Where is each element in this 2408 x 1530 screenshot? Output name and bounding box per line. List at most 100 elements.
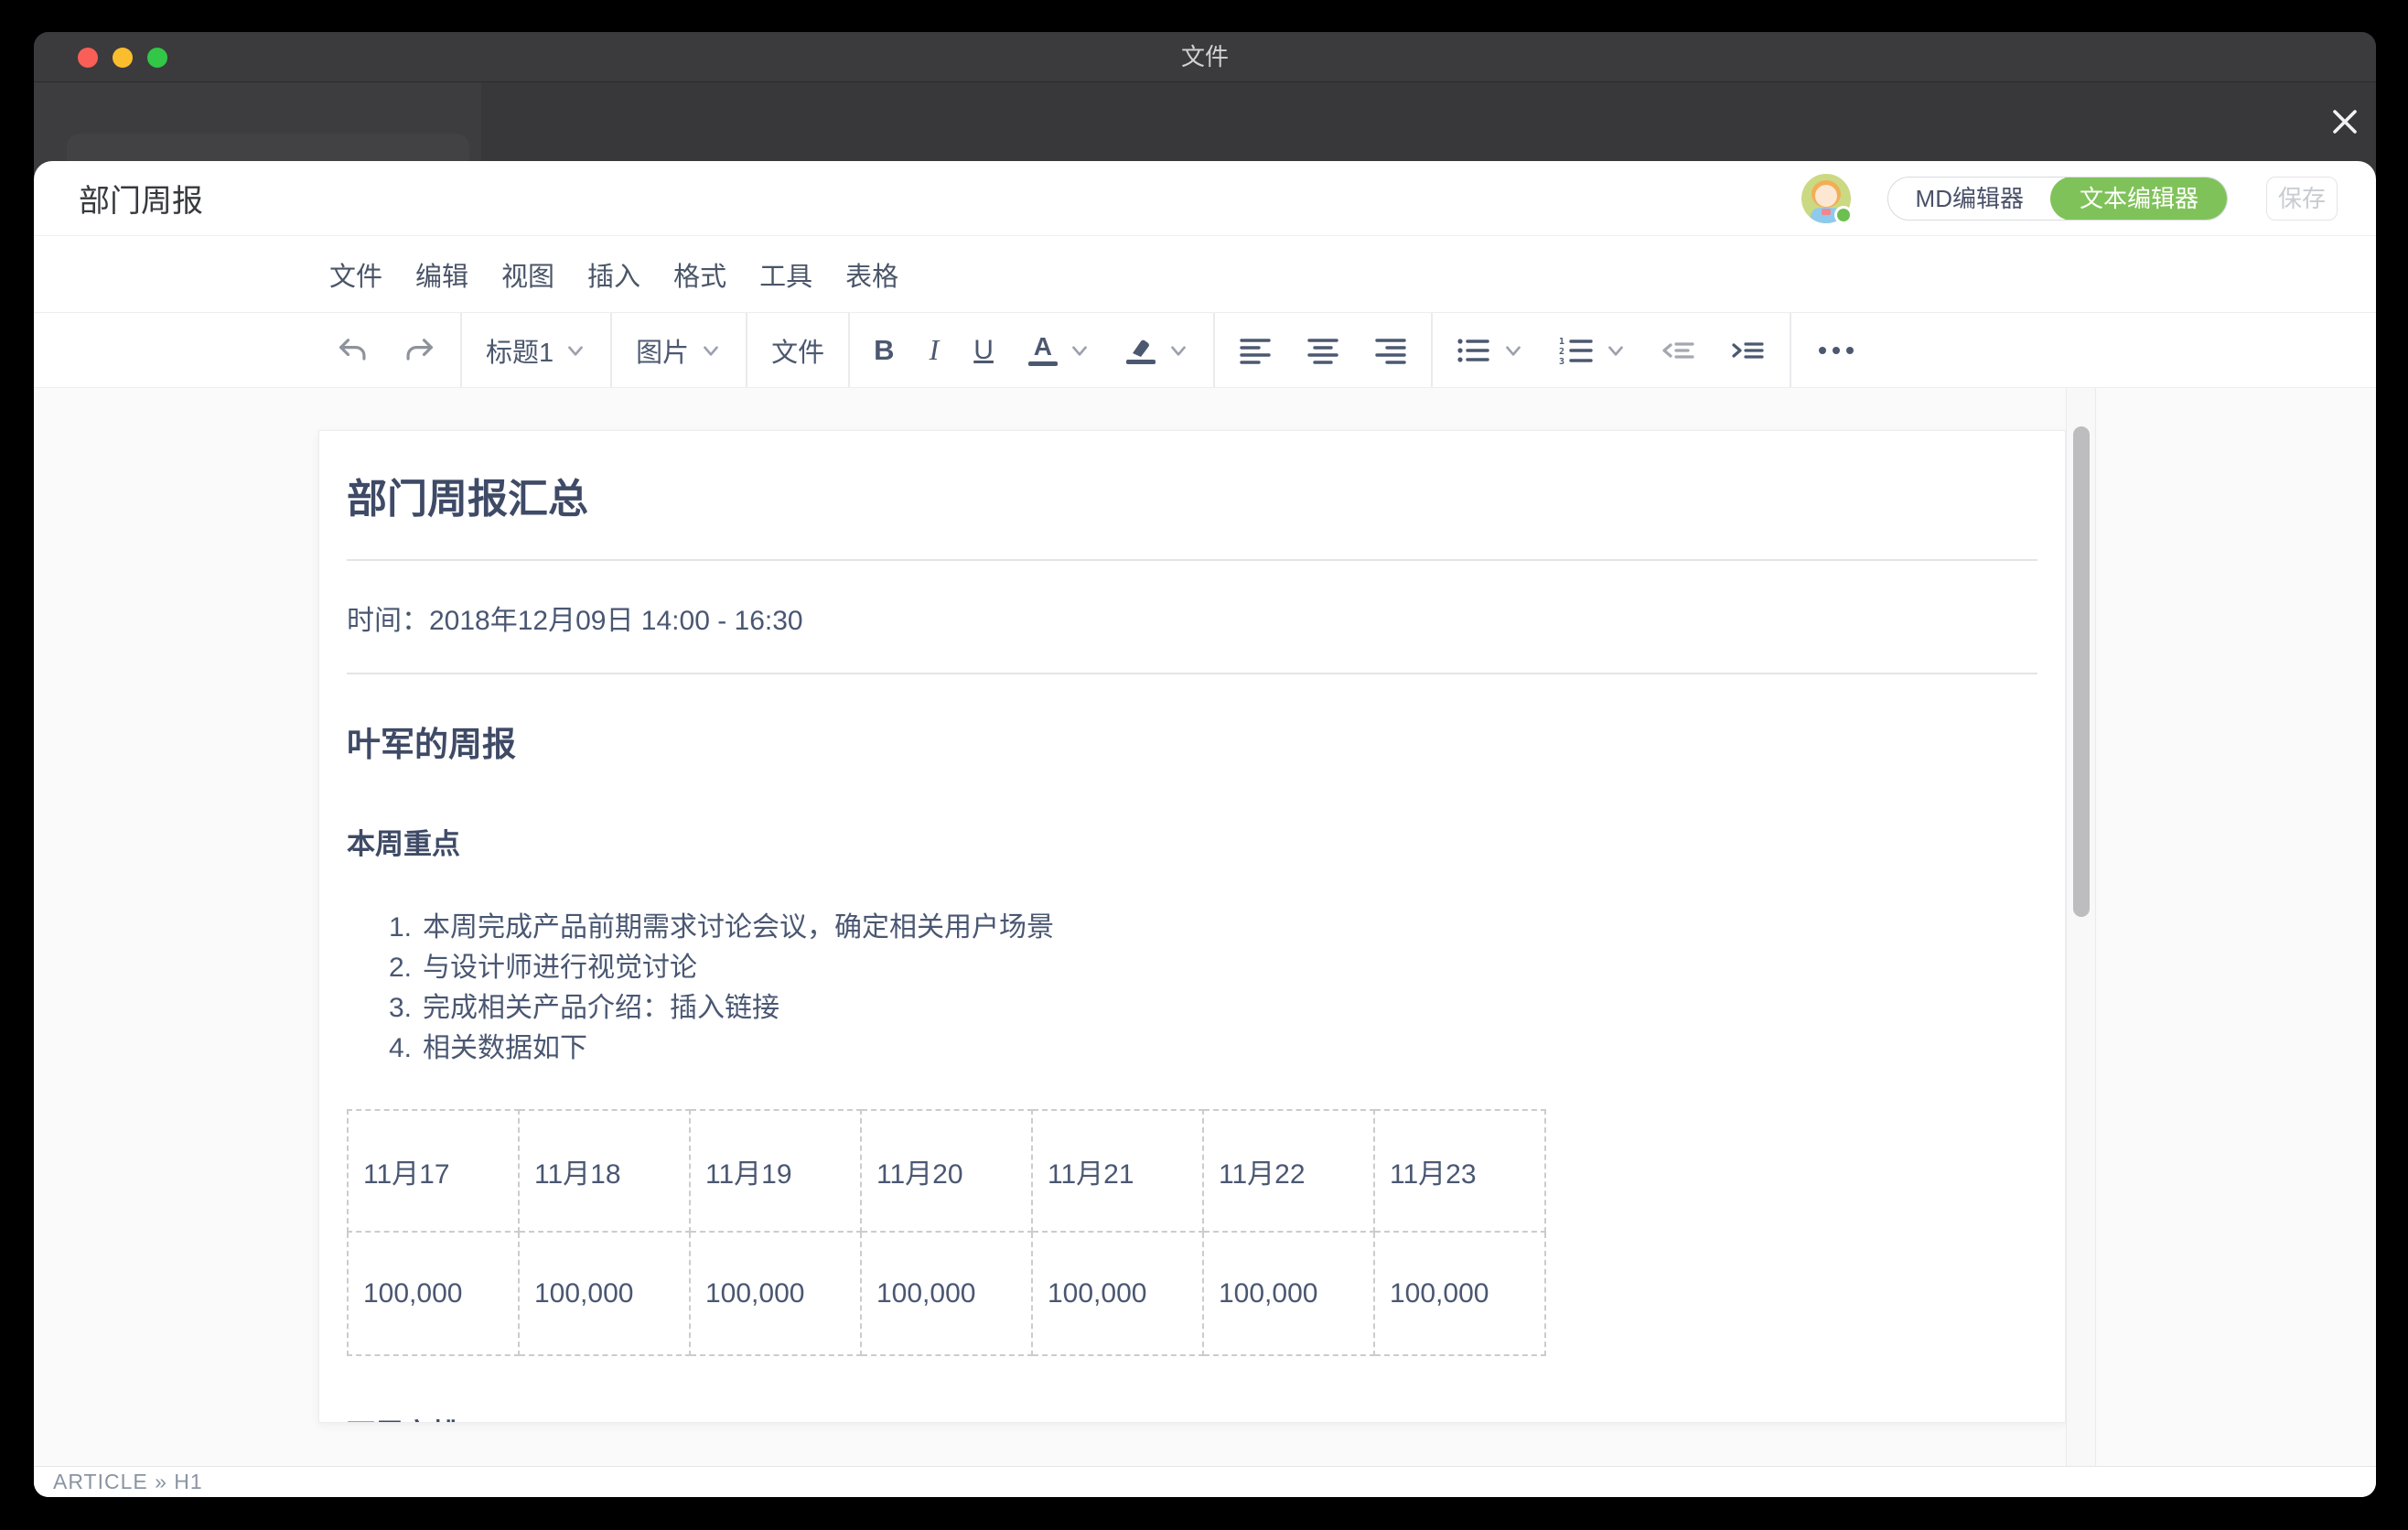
toolbar-separator: [1213, 313, 1215, 387]
toolbar-separator: [460, 313, 462, 387]
table-cell[interactable]: 100,000: [348, 1232, 519, 1355]
titlebar: 文件: [34, 32, 2376, 82]
menu-file[interactable]: 文件: [329, 255, 382, 294]
list-item[interactable]: 1.本周完成产品前期需求讨论会议，确定相关用户场景: [389, 908, 2037, 948]
table-cell[interactable]: 11月21: [1032, 1110, 1203, 1232]
align-center-button[interactable]: [1306, 337, 1339, 364]
close-icon[interactable]: [2327, 103, 2363, 140]
indent-button[interactable]: [1731, 337, 1766, 364]
bullet-list-icon: [1457, 336, 1491, 365]
text-editor-toggle[interactable]: 文本编辑器: [2050, 177, 2228, 221]
user-avatar[interactable]: [1801, 174, 1851, 223]
svg-text:2: 2: [1559, 347, 1564, 357]
horizontal-rule: [347, 559, 2037, 561]
toolbar-separator: [1790, 313, 1791, 387]
table-cell[interactable]: 100,000: [1374, 1232, 1545, 1355]
toolbar-separator: [848, 313, 850, 387]
table-cell[interactable]: 100,000: [1032, 1232, 1203, 1355]
doc-ordered-list: 1.本周完成产品前期需求讨论会议，确定相关用户场景 2.与设计师进行视觉讨论 3…: [389, 908, 2037, 1069]
font-color-swatch: [1028, 361, 1058, 366]
table-row: 11月17 11月18 11月19 11月20 11月21 11月22 11月2…: [348, 1110, 1545, 1232]
document-editor[interactable]: 部门周报汇总 时间：2018年12月09日 14:00 - 16:30 叶军的周…: [318, 430, 2066, 1423]
insert-file-button[interactable]: 文件: [771, 331, 824, 370]
more-button[interactable]: [1815, 345, 1857, 356]
numbered-list-icon: 123: [1559, 335, 1594, 366]
align-left-icon: [1239, 337, 1272, 364]
table-cell[interactable]: 11月19: [690, 1110, 861, 1232]
list-item[interactable]: 2.与设计师进行视觉讨论: [389, 948, 2037, 988]
chevron-down-icon: [700, 339, 722, 361]
element-path-breadcrumb: ARTICLE » H1: [53, 1470, 203, 1494]
more-dots-icon: [1815, 345, 1857, 356]
table-cell[interactable]: 100,000: [519, 1232, 690, 1355]
doc-data-table: 11月17 11月18 11月19 11月20 11月21 11月22 11月2…: [347, 1109, 1546, 1356]
chevron-down-icon: [1605, 339, 1627, 361]
align-left-button[interactable]: [1239, 337, 1272, 364]
align-right-icon: [1374, 337, 1407, 364]
table-cell[interactable]: 11月17: [348, 1110, 519, 1232]
svg-text:3: 3: [1559, 357, 1564, 366]
toolbar-separator: [1431, 313, 1433, 387]
table-cell[interactable]: 100,000: [690, 1232, 861, 1355]
highlight-button[interactable]: [1125, 336, 1189, 364]
md-editor-toggle[interactable]: MD编辑器: [1888, 178, 2051, 220]
toolbar-separator: [610, 313, 612, 387]
svg-text:1: 1: [1559, 337, 1564, 347]
table-cell[interactable]: 100,000: [861, 1232, 1032, 1355]
menu-edit[interactable]: 编辑: [415, 255, 468, 294]
document-title: 部门周报: [79, 176, 203, 221]
list-item[interactable]: 4.相关数据如下: [389, 1029, 2037, 1069]
list-item[interactable]: 3.完成相关产品介绍：插入链接: [389, 988, 2037, 1029]
table-cell[interactable]: 11月20: [861, 1110, 1032, 1232]
menu-view[interactable]: 视图: [501, 255, 554, 294]
chevron-down-icon: [1069, 339, 1091, 361]
italic-button[interactable]: I: [930, 333, 940, 367]
outdent-button[interactable]: [1661, 337, 1696, 364]
font-color-button[interactable]: A: [1028, 334, 1091, 366]
numbered-list-button[interactable]: 123: [1559, 335, 1627, 366]
scrollbar-track[interactable]: [2066, 388, 2096, 1466]
status-bar: ARTICLE » H1: [34, 1466, 2376, 1497]
doc-h2[interactable]: 叶军的周报: [347, 717, 2037, 766]
highlighter-icon: [1125, 336, 1156, 358]
align-center-icon: [1306, 337, 1339, 364]
heading-style-select[interactable]: 标题1: [486, 331, 586, 370]
doc-h1[interactable]: 部门周报汇总: [347, 466, 2037, 524]
doc-h3-next[interactable]: 下周安排: [347, 1411, 2037, 1423]
doc-h3-week[interactable]: 本周重点: [347, 821, 2037, 862]
undo-button[interactable]: [336, 335, 369, 366]
chevron-down-icon: [564, 339, 586, 361]
insert-image-select[interactable]: 图片: [636, 331, 722, 370]
bullet-list-button[interactable]: [1457, 336, 1524, 365]
table-cell[interactable]: 11月23: [1374, 1110, 1545, 1232]
doc-time-line[interactable]: 时间：2018年12月09日 14:00 - 16:30: [347, 598, 2037, 638]
table-row: 100,000 100,000 100,000 100,000 100,000 …: [348, 1232, 1545, 1355]
chevron-down-icon: [1502, 339, 1524, 361]
horizontal-rule: [347, 673, 2037, 674]
table-cell[interactable]: 11月22: [1203, 1110, 1374, 1232]
window-title: 文件: [34, 32, 2376, 82]
menu-format[interactable]: 格式: [673, 255, 726, 294]
redo-button[interactable]: [403, 335, 436, 366]
menu-table[interactable]: 表格: [845, 255, 898, 294]
toolbar-separator: [746, 313, 747, 387]
align-right-button[interactable]: [1374, 337, 1407, 364]
editor-mode-toggle: MD编辑器 文本编辑器: [1887, 177, 2228, 221]
chevron-down-icon: [1167, 339, 1189, 361]
highlight-color-swatch: [1126, 360, 1156, 364]
menu-insert[interactable]: 插入: [587, 255, 640, 294]
save-button[interactable]: 保存: [2266, 177, 2338, 221]
menu-bar: 文件 编辑 视图 插入 格式 工具 表格: [34, 236, 2376, 312]
modal-header: 部门周报 MD编辑器 文本编辑器 保存: [34, 161, 2376, 236]
app-window: 文件 部门周报 MD编辑器: [34, 32, 2376, 1497]
scrollbar-thumb[interactable]: [2073, 426, 2090, 917]
table-cell[interactable]: 100,000: [1203, 1232, 1374, 1355]
outdent-icon: [1661, 337, 1696, 364]
table-cell[interactable]: 11月18: [519, 1110, 690, 1232]
editor-content-area: 部门周报汇总 时间：2018年12月09日 14:00 - 16:30 叶军的周…: [34, 388, 2376, 1466]
menu-tools[interactable]: 工具: [759, 255, 812, 294]
underline-button[interactable]: U: [973, 335, 994, 366]
indent-icon: [1731, 337, 1766, 364]
bold-button[interactable]: B: [874, 334, 894, 367]
undo-icon: [336, 335, 369, 366]
